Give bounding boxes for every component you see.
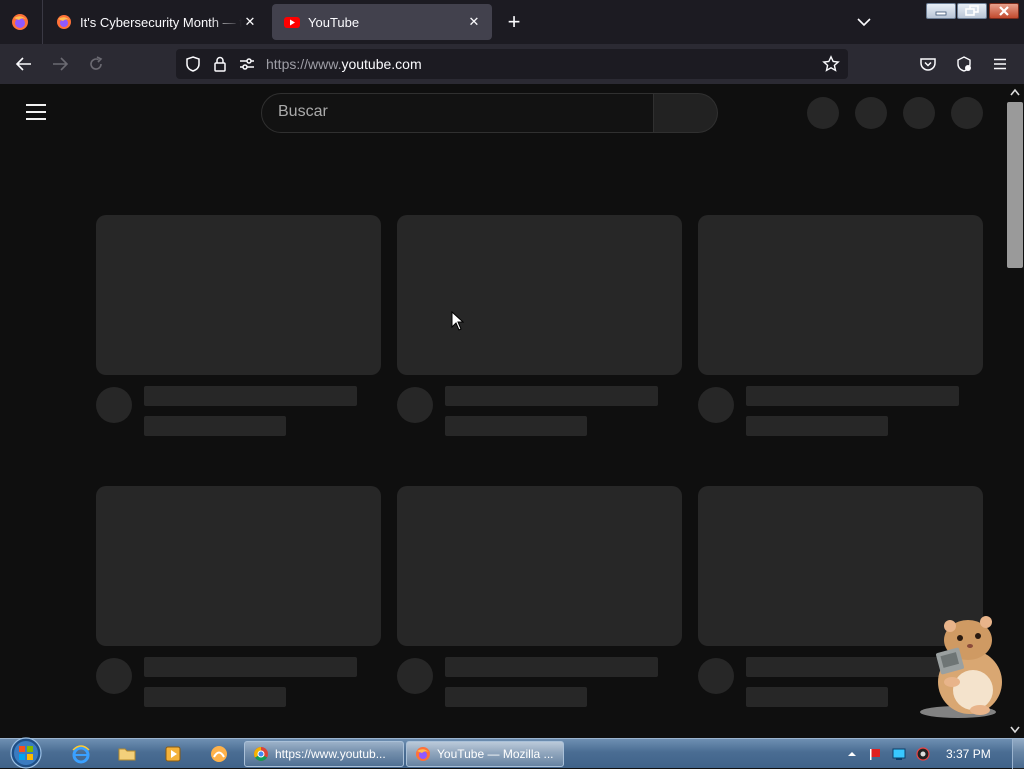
system-clock[interactable]: 3:37 PM	[946, 747, 991, 761]
back-icon[interactable]	[15, 55, 33, 73]
header-button-placeholder	[807, 97, 839, 129]
url-prefix: https://www.	[266, 56, 342, 72]
search-input[interactable]	[278, 103, 638, 121]
tab-cybersecurity[interactable]: It's Cybersecurity Month — time ✕	[44, 4, 268, 40]
taskbar-item-chrome[interactable]: https://www.youtub...	[244, 741, 404, 767]
explorer-folder-icon[interactable]	[117, 744, 137, 764]
firefox-menu-icon[interactable]	[10, 12, 30, 32]
title-placeholder	[144, 386, 357, 406]
bookmark-star-icon[interactable]	[822, 55, 840, 73]
window-close-button[interactable]	[989, 3, 1019, 19]
taskbar-item-label: YouTube — Mozilla ...	[437, 747, 554, 761]
window-minimize-button[interactable]	[926, 3, 956, 19]
url-text[interactable]: https://www.youtube.com	[266, 56, 422, 72]
header-button-placeholder	[903, 97, 935, 129]
youtube-favicon-icon	[284, 17, 300, 28]
avatar-placeholder	[698, 387, 734, 423]
forward-icon[interactable]	[51, 55, 69, 73]
thumbnail-placeholder	[96, 215, 381, 375]
meta-placeholder	[445, 687, 587, 707]
window-restore-button[interactable]	[957, 3, 987, 19]
page-scrollbar[interactable]	[1006, 84, 1024, 738]
chevron-down-icon[interactable]	[856, 14, 872, 30]
permissions-icon[interactable]	[238, 55, 256, 73]
tab-youtube[interactable]: YouTube ✕	[272, 4, 492, 40]
title-placeholder	[445, 386, 658, 406]
youtube-page	[0, 84, 1006, 738]
thumbnail-placeholder	[397, 215, 682, 375]
taskbar-item-firefox[interactable]: YouTube — Mozilla ...	[406, 741, 564, 767]
windows-taskbar: https://www.youtub... YouTube — Mozilla …	[0, 737, 1024, 769]
search-box[interactable]	[261, 93, 654, 133]
scroll-down-arrow-icon[interactable]	[1010, 726, 1020, 734]
firefox-icon	[416, 747, 430, 761]
app-menu-icon[interactable]	[991, 55, 1009, 73]
firefox-favicon-icon	[57, 15, 71, 29]
extensions-icon[interactable]	[955, 55, 973, 73]
title-placeholder	[144, 657, 357, 677]
tab-separator	[42, 0, 43, 44]
chrome-icon	[254, 747, 268, 761]
search-button[interactable]	[654, 93, 718, 133]
header-button-placeholder	[951, 97, 983, 129]
thumbnail-placeholder	[397, 486, 682, 646]
meta-placeholder	[144, 687, 286, 707]
hamster-gadget-icon	[920, 616, 1002, 718]
navigation-toolbar: https://www.youtube.com	[0, 44, 1024, 84]
network-icon[interactable]	[892, 747, 906, 761]
url-host: youtube.com	[341, 56, 422, 72]
new-tab-button[interactable]: +	[504, 11, 524, 33]
avatar-placeholder	[397, 387, 433, 423]
taskbar-item-label: https://www.youtub...	[275, 747, 386, 761]
thumbnail-placeholder	[698, 215, 983, 375]
scrollbar-thumb[interactable]	[1007, 102, 1023, 268]
guide-menu-icon[interactable]	[26, 104, 46, 120]
tray-expand-icon[interactable]	[845, 747, 859, 761]
show-desktop-button[interactable]	[1012, 739, 1024, 769]
meta-placeholder	[445, 416, 587, 436]
title-placeholder	[445, 657, 658, 677]
scroll-up-arrow-icon[interactable]	[1010, 88, 1020, 96]
pocket-icon[interactable]	[919, 55, 937, 73]
thumbnail-placeholder	[96, 486, 381, 646]
avatar-placeholder	[698, 658, 734, 694]
meta-placeholder	[144, 416, 286, 436]
mouse-cursor-icon	[451, 311, 465, 331]
browser-tab-strip: It's Cybersecurity Month — time ✕ YouTub…	[0, 0, 1024, 44]
volume-icon[interactable]	[916, 747, 930, 761]
tab-close-icon[interactable]: ✕	[466, 14, 482, 30]
start-button-icon[interactable]	[8, 737, 44, 769]
tab-close-icon[interactable]: ✕	[242, 14, 258, 30]
header-button-placeholder	[855, 97, 887, 129]
tab-title: It's Cybersecurity Month — time	[80, 14, 242, 30]
flag-icon[interactable]	[868, 747, 882, 761]
tab-title: YouTube	[308, 14, 360, 30]
avatar-placeholder	[96, 658, 132, 694]
title-placeholder	[746, 386, 959, 406]
address-bar[interactable]: https://www.youtube.com	[176, 49, 848, 79]
app-icon[interactable]	[209, 744, 229, 764]
avatar-placeholder	[96, 387, 132, 423]
shield-icon[interactable]	[184, 55, 202, 73]
media-player-icon[interactable]	[163, 744, 183, 764]
internet-explorer-icon[interactable]	[71, 744, 91, 764]
reload-icon[interactable]	[87, 55, 105, 73]
meta-placeholder	[746, 687, 888, 707]
meta-placeholder	[746, 416, 888, 436]
avatar-placeholder	[397, 658, 433, 694]
lock-icon[interactable]	[211, 55, 229, 73]
